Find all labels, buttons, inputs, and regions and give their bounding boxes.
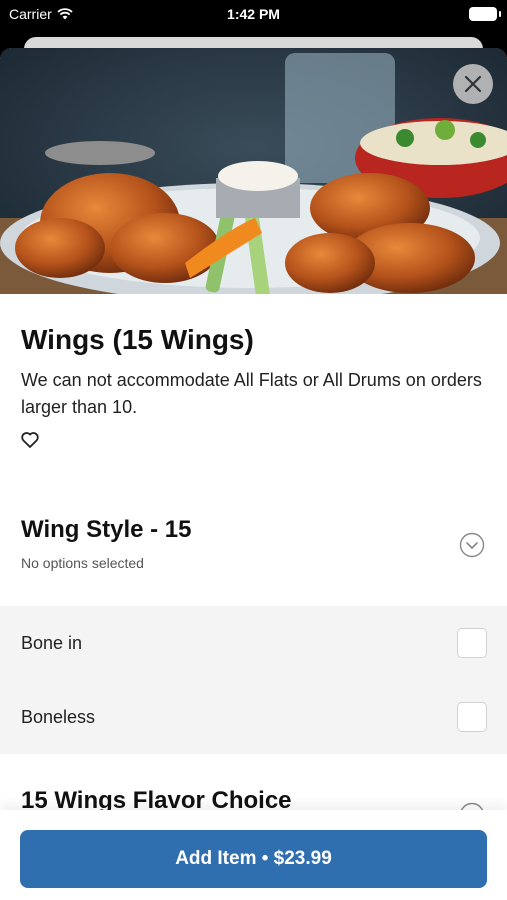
option-label: Bone in <box>21 632 83 653</box>
wing-style-selection-status: No options selected <box>21 555 144 571</box>
item-title: Wings (15 Wings) <box>21 324 254 355</box>
wing-style-section-title[interactable]: Wing Style - 15 <box>21 516 191 544</box>
wings-photo-illustration <box>0 48 507 294</box>
option-bone-in[interactable]: Bone in <box>0 606 507 680</box>
status-bar: Carrier 1:42 PM <box>0 0 507 30</box>
battery-icon <box>469 7 501 21</box>
item-description: We can not accommodate All Flats or All … <box>21 370 482 417</box>
boneless-checkbox[interactable] <box>457 702 487 732</box>
bone-in-checkbox[interactable] <box>457 628 487 658</box>
add-item-button[interactable]: Add Item • $23.99 <box>20 830 487 888</box>
clock: 1:42 PM <box>227 6 280 22</box>
wing-style-options: Bone in Boneless <box>0 606 507 754</box>
heart-icon[interactable] <box>20 430 40 450</box>
close-button[interactable] <box>453 64 493 104</box>
close-icon <box>464 75 482 93</box>
item-photo <box>0 48 507 294</box>
option-boneless[interactable]: Boneless <box>0 680 507 754</box>
option-label: Boneless <box>21 706 96 727</box>
chevron-down-circle-icon[interactable] <box>459 532 485 558</box>
item-detail-modal: Wings (15 Wings) We can not accommodate … <box>0 48 507 900</box>
footer-bar: Add Item • $23.99 <box>0 810 507 900</box>
